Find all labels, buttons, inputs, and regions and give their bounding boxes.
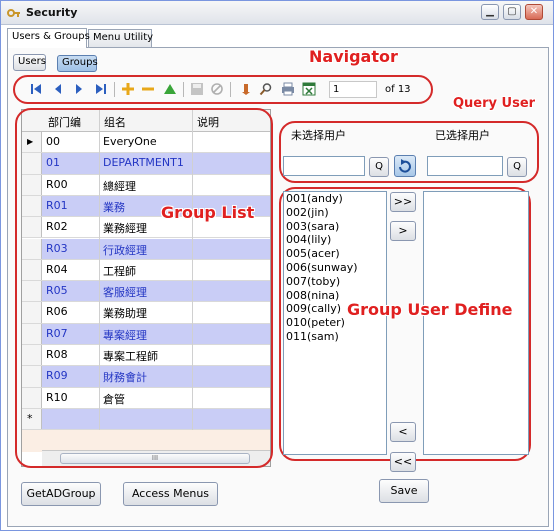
tab-users-groups[interactable]: Users & Groups xyxy=(7,28,90,48)
list-item[interactable]: 004(lily) xyxy=(284,233,386,247)
available-users-items: 001(andy) 002(jin) 003(sara) 004(lily) 005(a… xyxy=(284,192,386,344)
move-next-icon[interactable] xyxy=(72,82,86,96)
window-title: Security xyxy=(26,6,78,19)
remove-user-button[interactable]: < xyxy=(390,422,416,442)
add-user-button[interactable]: > xyxy=(390,221,416,241)
move-last-icon[interactable] xyxy=(94,82,108,96)
print-icon[interactable] xyxy=(281,82,295,96)
save-icon[interactable] xyxy=(190,82,204,96)
list-item[interactable]: 001(andy) xyxy=(284,192,386,206)
selected-users-list[interactable] xyxy=(423,191,529,455)
toolbar-separator xyxy=(230,82,231,97)
key-icon xyxy=(7,9,20,17)
toolbar-separator xyxy=(114,82,115,97)
filter-icon[interactable] xyxy=(239,82,253,96)
list-item[interactable]: 002(jin) xyxy=(284,206,386,220)
get-ad-group-button[interactable]: GetADGroup xyxy=(21,482,101,506)
users-button[interactable]: Users xyxy=(13,54,46,71)
export-excel-icon[interactable] xyxy=(302,82,316,96)
query-selected-button[interactable]: Q xyxy=(507,157,527,177)
unselected-user-search-input[interactable] xyxy=(283,156,365,176)
list-item[interactable]: 007(toby) xyxy=(284,275,386,289)
add-new-icon[interactable] xyxy=(121,82,135,96)
access-menus-button[interactable]: Access Menus xyxy=(123,482,218,506)
refresh-icon xyxy=(399,159,411,173)
unselected-users-label: 未选择用户 xyxy=(291,129,346,142)
selected-users-label: 已选择用户 xyxy=(435,129,490,142)
search-icon[interactable] xyxy=(259,82,273,96)
toolbar-separator xyxy=(183,82,184,97)
list-item[interactable]: 011(sam) xyxy=(284,330,386,344)
add-all-users-button[interactable]: >> xyxy=(390,192,416,212)
list-item[interactable]: 006(sunway) xyxy=(284,261,386,275)
navigator-annotation: Navigator xyxy=(309,47,398,66)
record-position-input[interactable]: 1 xyxy=(329,81,377,98)
title-bar: Security ▁ ▢ ✕ xyxy=(1,1,553,25)
list-item[interactable]: 003(sara) xyxy=(284,220,386,234)
groups-button[interactable]: Groups xyxy=(57,55,98,72)
query-user-annotation: Query User xyxy=(453,96,536,111)
group-list-highlight xyxy=(15,108,273,468)
move-up-icon[interactable] xyxy=(163,82,177,96)
group-user-define-annotation: Group User Define xyxy=(347,300,513,319)
available-users-list[interactable]: 001(andy) 002(jin) 003(sara) 004(lily) 005(a… xyxy=(283,191,387,455)
tab-menu-utility[interactable]: Menu Utility xyxy=(88,29,153,47)
refresh-button[interactable] xyxy=(394,155,416,177)
cancel-icon[interactable] xyxy=(210,82,224,96)
navigator-toolbar: 1 of 13 xyxy=(19,81,419,99)
move-first-icon[interactable] xyxy=(29,82,43,96)
maximize-button[interactable]: ▢ xyxy=(503,4,521,20)
security-window: Security ▁ ▢ ✕ Users & Groups Menu Utili… xyxy=(0,0,554,531)
minimize-button[interactable]: ▁ xyxy=(481,4,499,20)
selected-user-search-input[interactable] xyxy=(427,156,503,176)
move-previous-icon[interactable] xyxy=(51,82,65,96)
close-button[interactable]: ✕ xyxy=(525,4,543,20)
list-item[interactable]: 005(acer) xyxy=(284,247,386,261)
save-button[interactable]: Save xyxy=(379,479,429,503)
remove-all-users-button[interactable]: << xyxy=(390,452,416,472)
delete-icon[interactable] xyxy=(141,82,155,96)
query-unselected-button[interactable]: Q xyxy=(369,157,389,177)
record-count-label: of 13 xyxy=(385,84,411,95)
